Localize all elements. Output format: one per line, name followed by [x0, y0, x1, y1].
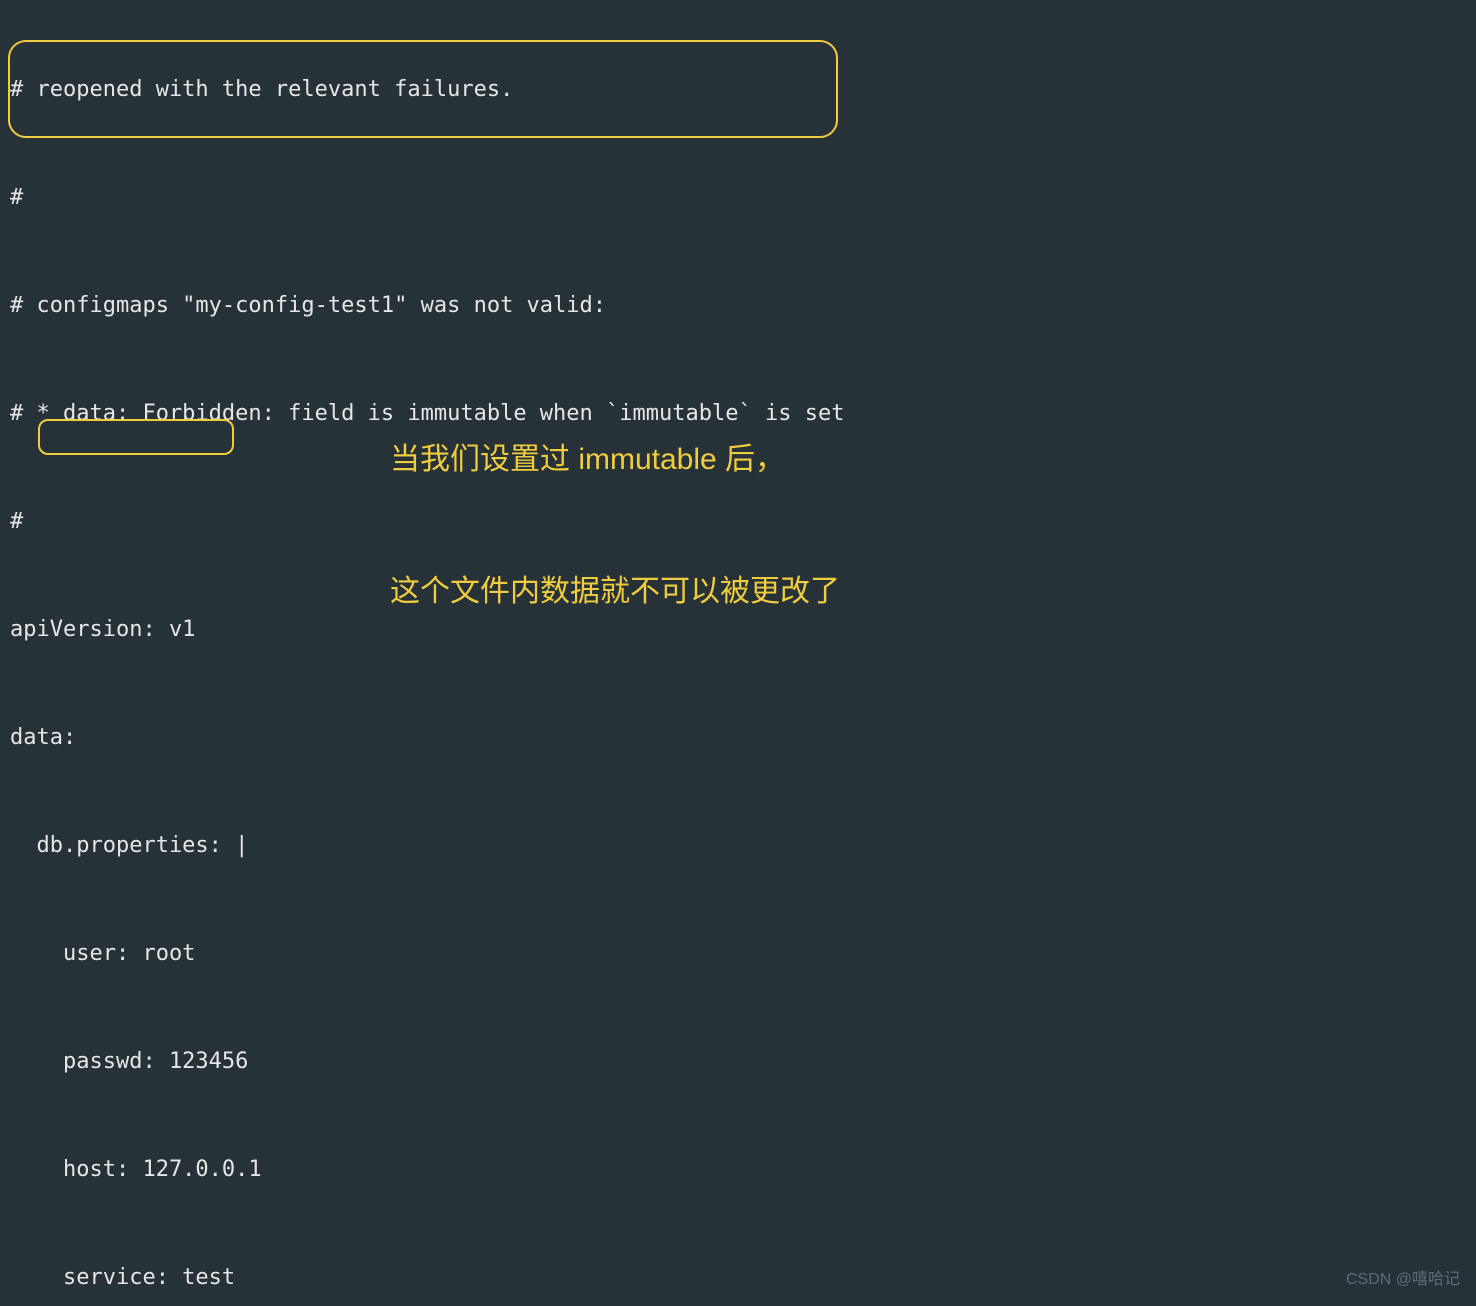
annotation-line-1: 当我们设置过 immutable 后，: [390, 438, 840, 482]
code-line: #: [10, 180, 1476, 216]
code-line: db.properties: |: [10, 828, 1476, 864]
code-line: user: root: [10, 936, 1476, 972]
code-line: host: 127.0.0.1: [10, 1152, 1476, 1188]
code-line: service: test: [10, 1260, 1476, 1296]
code-line: passwd: 123456: [10, 1044, 1476, 1080]
code-line: #: [10, 504, 1476, 540]
code-line: # * data: Forbidden: field is immutable …: [10, 396, 1476, 432]
annotation-line-2: 这个文件内数据就不可以被更改了: [390, 570, 840, 614]
code-line: # reopened with the relevant failures.: [10, 72, 1476, 108]
terminal-editor[interactable]: # reopened with the relevant failures. #…: [0, 0, 1476, 1306]
code-line: # configmaps "my-config-test1" was not v…: [10, 288, 1476, 324]
code-line: data:: [10, 720, 1476, 756]
code-line: apiVersion: v1: [10, 612, 1476, 648]
